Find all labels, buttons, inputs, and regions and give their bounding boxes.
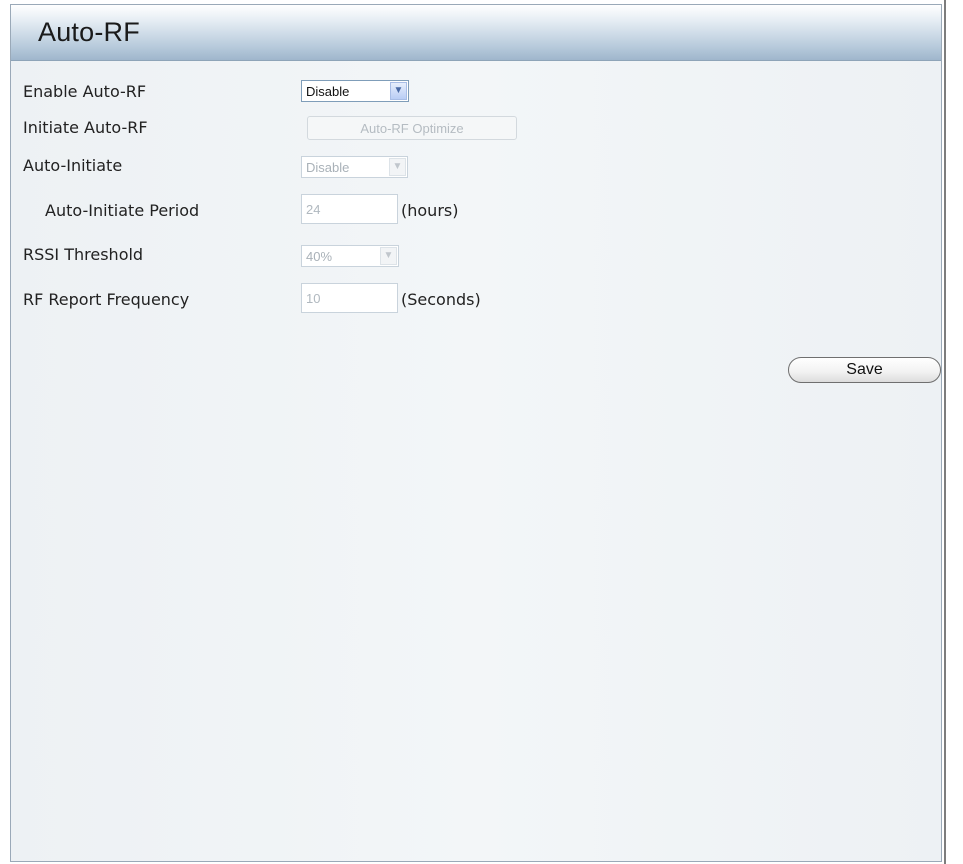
auto-initiate-label: Auto-Initiate [23, 156, 123, 175]
chevron-down-icon[interactable]: ▼ [390, 82, 407, 100]
page-title: Auto-RF [38, 17, 140, 47]
auto-rf-optimize-button[interactable]: Auto-RF Optimize [307, 116, 517, 140]
rf-report-frequency-input[interactable]: 10 [301, 283, 398, 313]
rssi-threshold-label: RSSI Threshold [23, 245, 144, 264]
rf-report-frequency-label: RF Report Frequency [23, 290, 190, 309]
rssi-threshold-select[interactable]: 40% ▼ [301, 245, 399, 267]
auto-rf-panel: Auto-RF Enable Auto-RF Disable ▼ Initiat… [10, 4, 942, 862]
initiate-auto-rf-label: Initiate Auto-RF [23, 118, 148, 137]
row-auto-initiate-period: Auto-Initiate Period 24 (hours) [11, 194, 941, 226]
form-area: Enable Auto-RF Disable ▼ Initiate Auto-R… [11, 61, 941, 861]
enable-auto-rf-value: Disable [306, 83, 350, 99]
enable-auto-rf-label: Enable Auto-RF [23, 82, 147, 101]
auto-initiate-period-unit: (hours) [401, 201, 459, 220]
rssi-threshold-value: 40% [306, 248, 333, 264]
auto-initiate-period-label: Auto-Initiate Period [45, 201, 200, 220]
row-enable-auto-rf: Enable Auto-RF Disable ▼ [11, 76, 941, 108]
chevron-down-icon[interactable]: ▼ [380, 247, 397, 265]
auto-initiate-value: Disable [306, 159, 350, 175]
row-rf-report-frequency: RF Report Frequency 10 (Seconds) [11, 283, 941, 315]
save-button[interactable]: Save [788, 357, 941, 383]
rf-report-frequency-unit: (Seconds) [401, 290, 481, 309]
enable-auto-rf-select[interactable]: Disable ▼ [301, 80, 409, 102]
auto-initiate-period-input[interactable]: 24 [301, 194, 398, 224]
row-rssi-threshold: RSSI Threshold 40% ▼ [11, 239, 941, 271]
panel-header: Auto-RF [11, 5, 941, 61]
window-edge [944, 0, 946, 864]
chevron-down-icon[interactable]: ▼ [389, 158, 406, 176]
row-auto-initiate: Auto-Initiate Disable ▼ [11, 150, 941, 182]
auto-initiate-select[interactable]: Disable ▼ [301, 156, 408, 178]
row-initiate-auto-rf: Initiate Auto-RF Auto-RF Optimize [11, 113, 941, 145]
